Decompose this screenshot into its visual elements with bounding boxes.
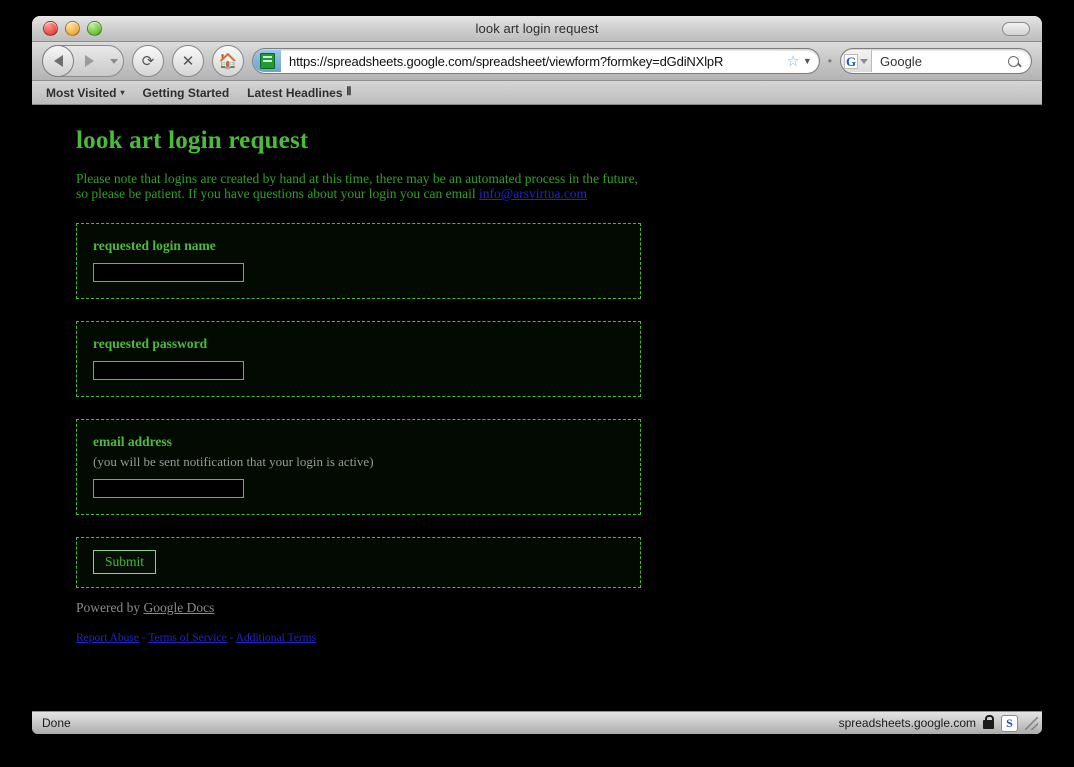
- arrow-left-icon: [53, 55, 63, 67]
- field-label: email address: [93, 434, 172, 449]
- footer-separator: -: [226, 632, 236, 644]
- bookmark-label: Most Visited: [46, 85, 117, 100]
- google-logo-icon: G: [843, 53, 859, 69]
- search-icon[interactable]: [1008, 55, 1019, 67]
- stop-button[interactable]: ✕: [172, 45, 204, 77]
- status-bar: Done spreadsheets.google.com S: [32, 711, 1042, 734]
- chevron-down-icon: [860, 58, 869, 64]
- email-address-input[interactable]: [93, 479, 244, 498]
- page-viewport: look art login request Please note that …: [32, 105, 1042, 711]
- back-forward-group: [42, 45, 124, 77]
- requested-password-input[interactable]: [93, 361, 244, 380]
- navigation-toolbar: ⟳ ✕ 🏠 https://spreadsheets.google.com/sp…: [32, 42, 1042, 81]
- submit-button[interactable]: Submit: [93, 550, 157, 574]
- footer-links: Report Abuse - Terms of Service - Additi…: [76, 632, 1042, 644]
- bookmark-getting-started[interactable]: Getting Started: [142, 86, 229, 100]
- url-bar[interactable]: https://spreadsheets.google.com/spreadsh…: [252, 48, 820, 74]
- field-group-login-name: requested login name: [76, 223, 641, 299]
- bookmark-label: Getting Started: [142, 85, 230, 100]
- field-group-password: requested password: [76, 321, 641, 397]
- bookmark-label: Latest Headlines: [247, 85, 343, 100]
- page-description: Please note that logins are created by h…: [76, 171, 646, 201]
- additional-terms-link[interactable]: Additional Terms: [236, 632, 316, 644]
- submit-group: Submit: [76, 537, 641, 588]
- site-identity-button[interactable]: [253, 50, 281, 72]
- field-label: requested password: [93, 336, 208, 351]
- bookmark-most-visited[interactable]: Most Visited ▾: [46, 86, 124, 100]
- arrow-right-icon: [84, 55, 94, 67]
- powered-by: Powered by Google Docs: [76, 600, 1042, 616]
- window-title: look art login request: [475, 21, 599, 36]
- url-dropdown-icon[interactable]: ▼: [803, 56, 819, 66]
- toolbar-separator: •: [827, 54, 832, 68]
- rss-feed-icon: ⦀: [346, 86, 352, 98]
- home-icon: 🏠: [218, 53, 238, 70]
- field-help-text: (you will be sent notification that your…: [93, 454, 374, 469]
- toolbar-toggle-button[interactable]: [1002, 21, 1030, 36]
- browser-window: look art login request ⟳ ✕ 🏠 https://spr…: [32, 16, 1042, 734]
- bookmark-star-icon[interactable]: ☆: [783, 52, 802, 70]
- home-button[interactable]: 🏠: [212, 45, 244, 77]
- reload-button[interactable]: ⟳: [132, 45, 164, 77]
- url-input[interactable]: https://spreadsheets.google.com/spreadsh…: [281, 54, 783, 69]
- search-bar[interactable]: G Google: [840, 48, 1032, 74]
- chevron-down-icon: ▾: [120, 88, 125, 97]
- history-dropdown-button[interactable]: [105, 47, 123, 75]
- terms-of-service-link[interactable]: Terms of Service: [148, 632, 226, 644]
- spreadsheet-favicon-icon: [259, 53, 275, 69]
- forward-button[interactable]: [73, 47, 105, 75]
- field-group-email-address: email address (you will be sent notifica…: [76, 419, 641, 515]
- status-host: spreadsheets.google.com: [838, 716, 976, 730]
- powered-by-prefix: Powered by: [76, 600, 144, 615]
- status-bar-right: spreadsheets.google.com S: [838, 714, 1038, 732]
- status-text: Done: [42, 716, 71, 730]
- field-label: requested login name: [93, 238, 216, 253]
- lock-icon[interactable]: [983, 715, 994, 729]
- footer-separator: -: [138, 632, 149, 644]
- bookmark-latest-headlines[interactable]: Latest Headlines ⦀: [247, 86, 351, 100]
- security-badge-icon[interactable]: S: [1001, 714, 1018, 732]
- search-engine-selector[interactable]: G: [841, 50, 872, 72]
- bookmarks-toolbar: Most Visited ▾ Getting Started Latest He…: [32, 81, 1042, 105]
- back-button[interactable]: [42, 45, 74, 77]
- reload-icon: ⟳: [141, 53, 155, 70]
- page-title: look art login request: [76, 127, 309, 154]
- window-resize-grip[interactable]: [1025, 716, 1038, 730]
- close-x-icon: ✕: [181, 53, 195, 70]
- form-page: look art login request Please note that …: [32, 105, 1042, 644]
- email-link[interactable]: info@arsvirtua.com: [479, 186, 587, 201]
- window-titlebar: look art login request: [32, 16, 1042, 42]
- requested-login-name-input[interactable]: [93, 263, 244, 282]
- chevron-down-icon: [110, 58, 118, 64]
- google-docs-link[interactable]: Google Docs: [144, 600, 215, 615]
- report-abuse-link[interactable]: Report Abuse: [76, 632, 139, 644]
- search-input[interactable]: Google: [872, 54, 1008, 69]
